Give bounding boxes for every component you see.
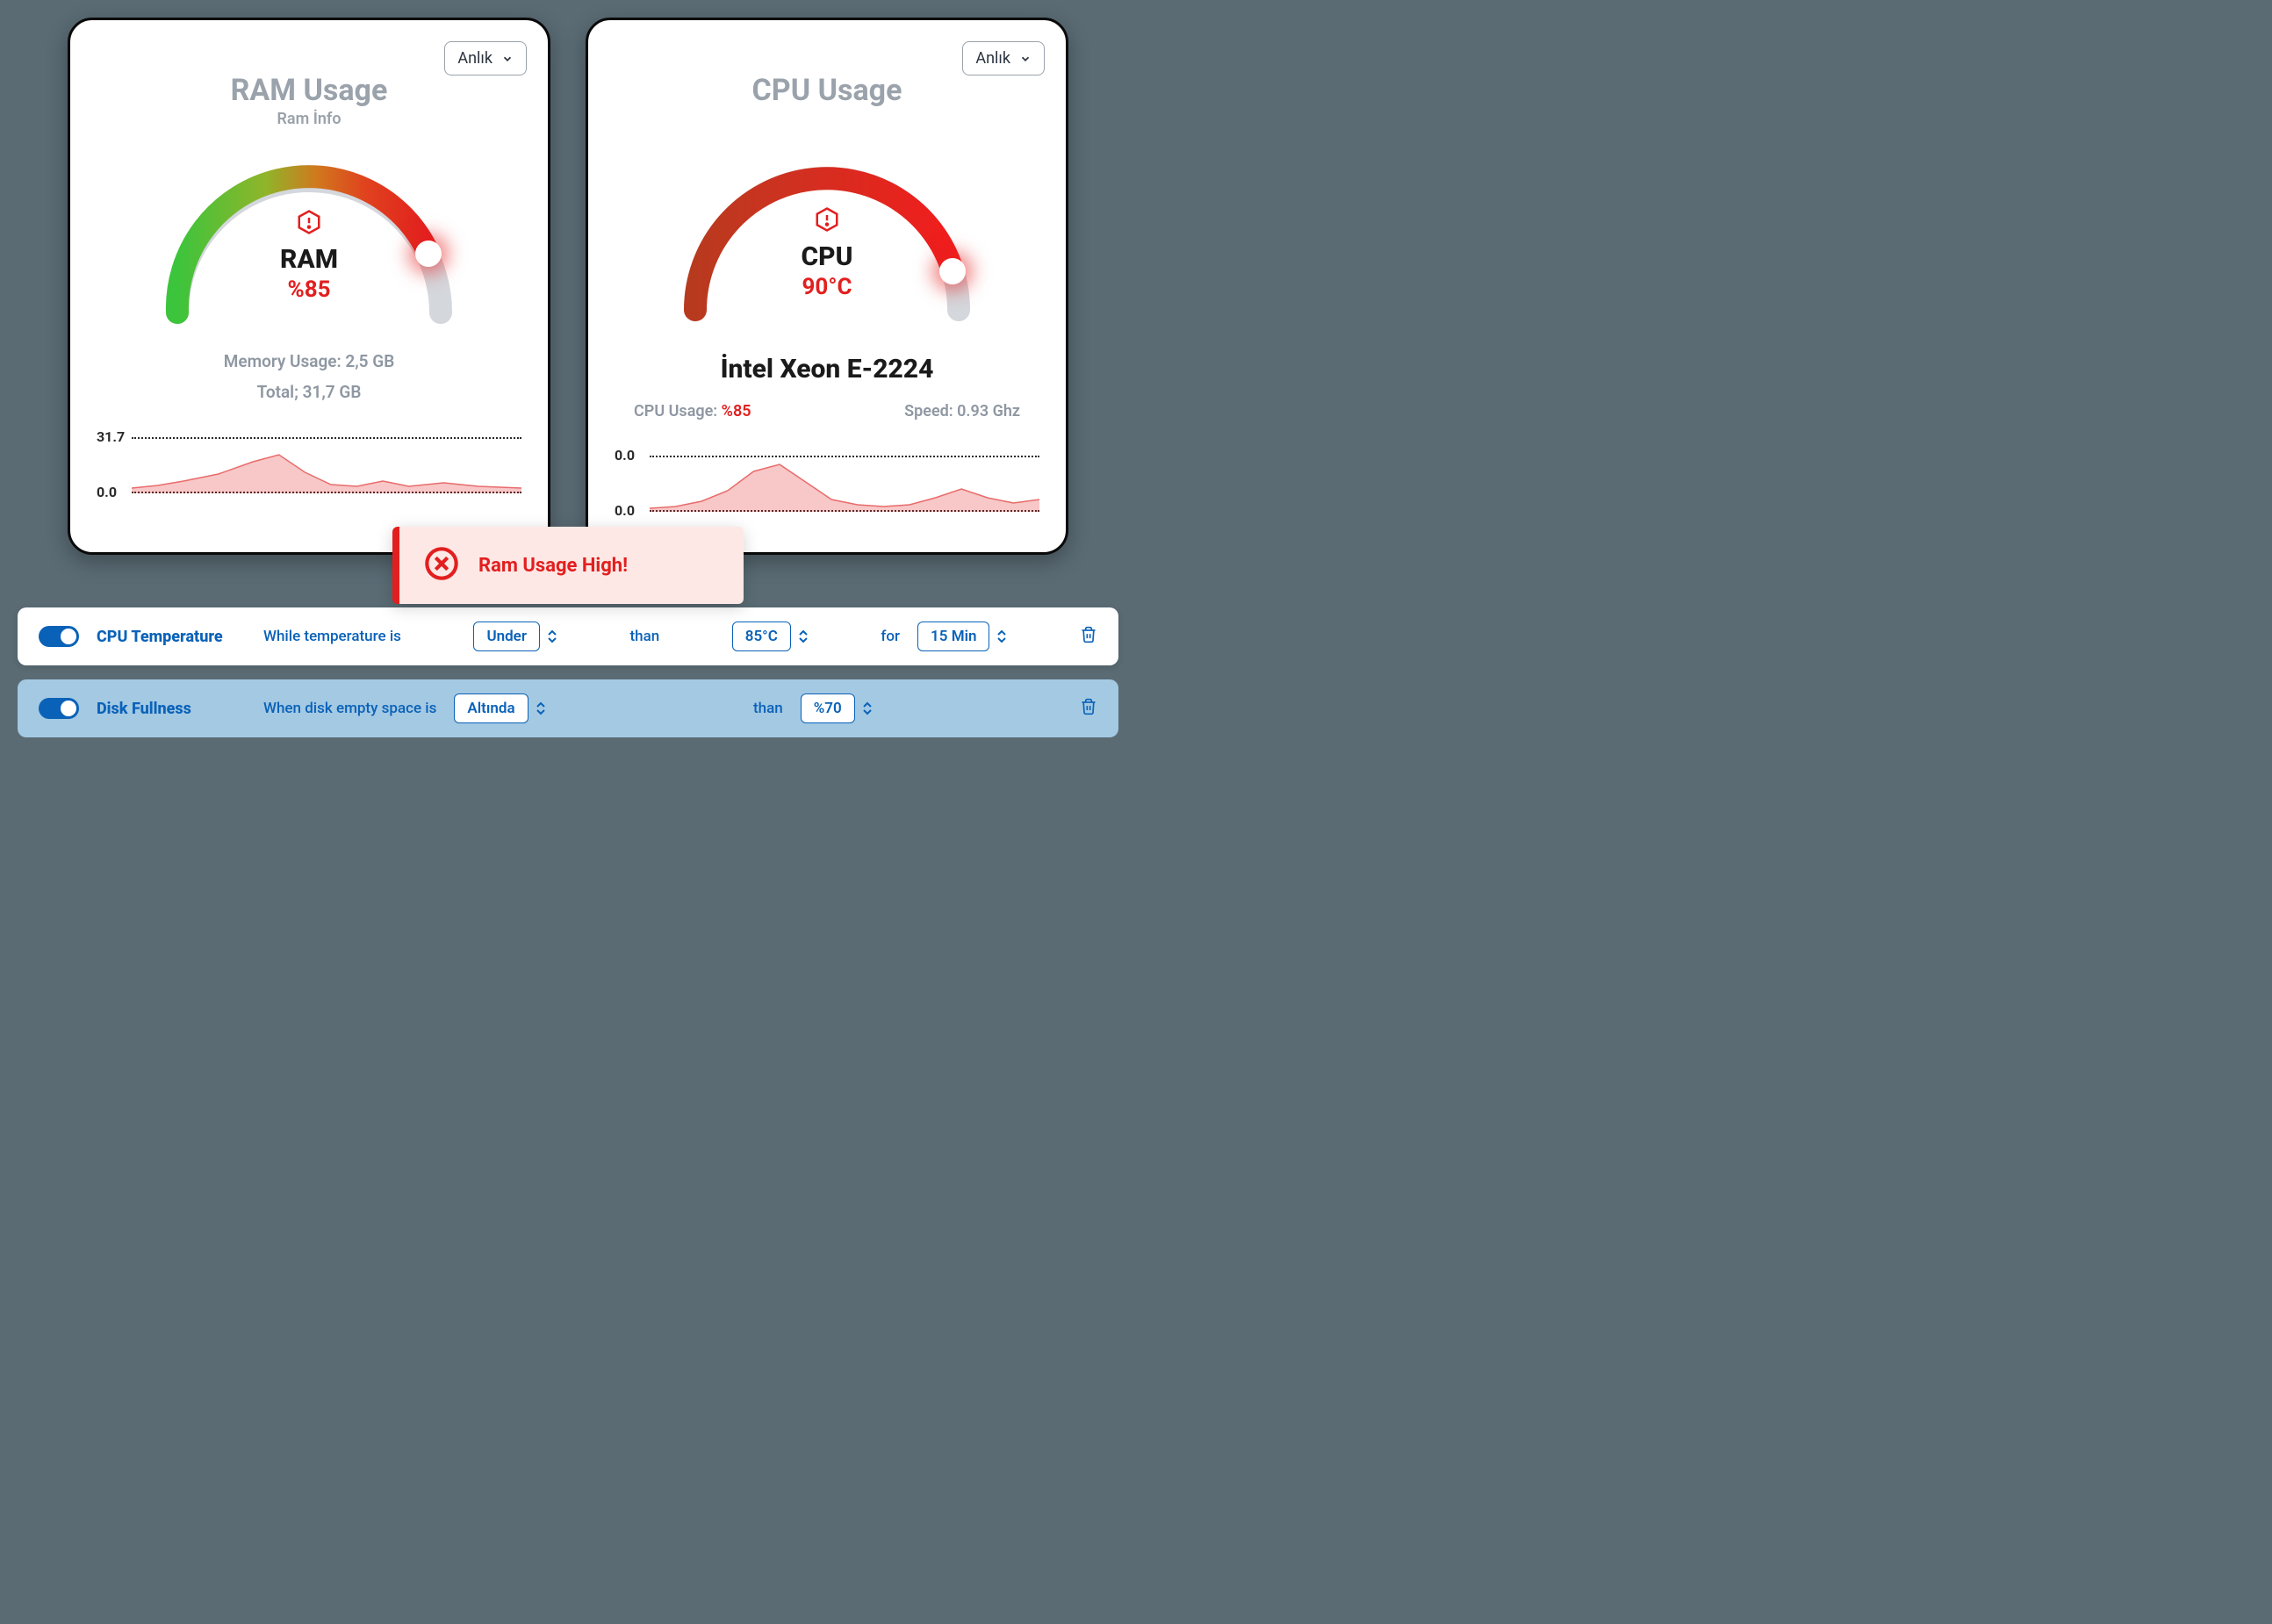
ram-card-title: RAM Usage [97, 73, 521, 108]
rule-disk-fullness: Disk Fullness When disk empty space is A… [18, 679, 1118, 737]
ram-total: Total; 31,7 GB [97, 382, 521, 402]
rule1-text3: for [881, 628, 900, 645]
rule1-duration-stepper[interactable] [996, 629, 1007, 643]
ram-gauge-value: %85 [142, 277, 476, 303]
warning-hex-icon [296, 209, 322, 239]
ram-sparkline: 31.7 0.0 [97, 428, 521, 507]
ram-y-bot: 0.0 [97, 484, 117, 500]
rule1-condition-select[interactable]: Under [473, 622, 540, 651]
ram-period-dropdown[interactable]: Anlık [444, 41, 527, 75]
rule2-condition-stepper[interactable] [536, 701, 546, 715]
rule1-toggle[interactable] [39, 626, 79, 647]
ram-usage-card: Anlık RAM Usage Ram İnfo [68, 18, 550, 555]
alert-text: Ram Usage High! [478, 555, 628, 577]
ram-gauge: RAM %85 [142, 146, 476, 330]
rule2-delete-button[interactable] [1080, 697, 1097, 721]
cpu-model-name: İntel Xeon E-2224 [615, 354, 1039, 384]
rule1-condition-stepper[interactable] [547, 629, 557, 643]
cpu-gauge-value: 90°C [660, 274, 994, 300]
rule2-condition-select[interactable]: Altında [454, 693, 528, 723]
cpu-period-dropdown[interactable]: Anlık [962, 41, 1045, 75]
rule2-text1: When disk empty space is [263, 700, 436, 717]
rule2-threshold-stepper[interactable] [862, 701, 873, 715]
cpu-y-top: 0.0 [615, 447, 635, 463]
cpu-speed-stat: Speed: 0.93 Ghz [904, 402, 1020, 420]
cpu-gauge-label: CPU [660, 241, 994, 272]
trash-icon [1080, 625, 1097, 644]
ram-card-subtitle: Ram İnfo [97, 110, 521, 128]
chevron-down-icon [1019, 53, 1032, 65]
cpu-gauge: CPU 90°C [660, 143, 994, 327]
chevron-down-icon [501, 53, 514, 65]
ram-period-label: Anlık [457, 49, 493, 68]
rule2-threshold-select[interactable]: %70 [801, 693, 855, 723]
rule1-text2: than [629, 628, 659, 645]
rule2-title: Disk Fullness [97, 700, 246, 718]
cpu-period-label: Anlık [975, 49, 1010, 68]
trash-icon [1080, 697, 1097, 716]
rule2-text2: than [753, 700, 783, 717]
cpu-y-bot: 0.0 [615, 502, 635, 519]
error-circle-icon [424, 546, 459, 585]
rule1-delete-button[interactable] [1080, 625, 1097, 649]
rule1-duration-select[interactable]: 15 Min [917, 622, 989, 651]
ram-memory-usage: Memory Usage: 2,5 GB [97, 351, 521, 371]
warning-hex-icon [814, 206, 840, 236]
cpu-usage-card: Anlık CPU Usage C [586, 18, 1068, 555]
rule1-text1: While temperature is [263, 628, 401, 645]
rule2-toggle[interactable] [39, 698, 79, 719]
cpu-usage-stat: CPU Usage: %85 [634, 402, 751, 420]
rule1-threshold-stepper[interactable] [798, 629, 809, 643]
cpu-sparkline: 0.0 0.0 [615, 447, 1039, 526]
cpu-card-title: CPU Usage [615, 73, 1039, 108]
rule1-title: CPU Temperature [97, 628, 246, 646]
ram-y-top: 31.7 [97, 428, 125, 445]
rule1-threshold-select[interactable]: 85°C [732, 622, 791, 651]
ram-gauge-label: RAM [142, 244, 476, 275]
alert-banner[interactable]: Ram Usage High! [392, 527, 744, 604]
rule-cpu-temperature: CPU Temperature While temperature is Und… [18, 607, 1118, 665]
